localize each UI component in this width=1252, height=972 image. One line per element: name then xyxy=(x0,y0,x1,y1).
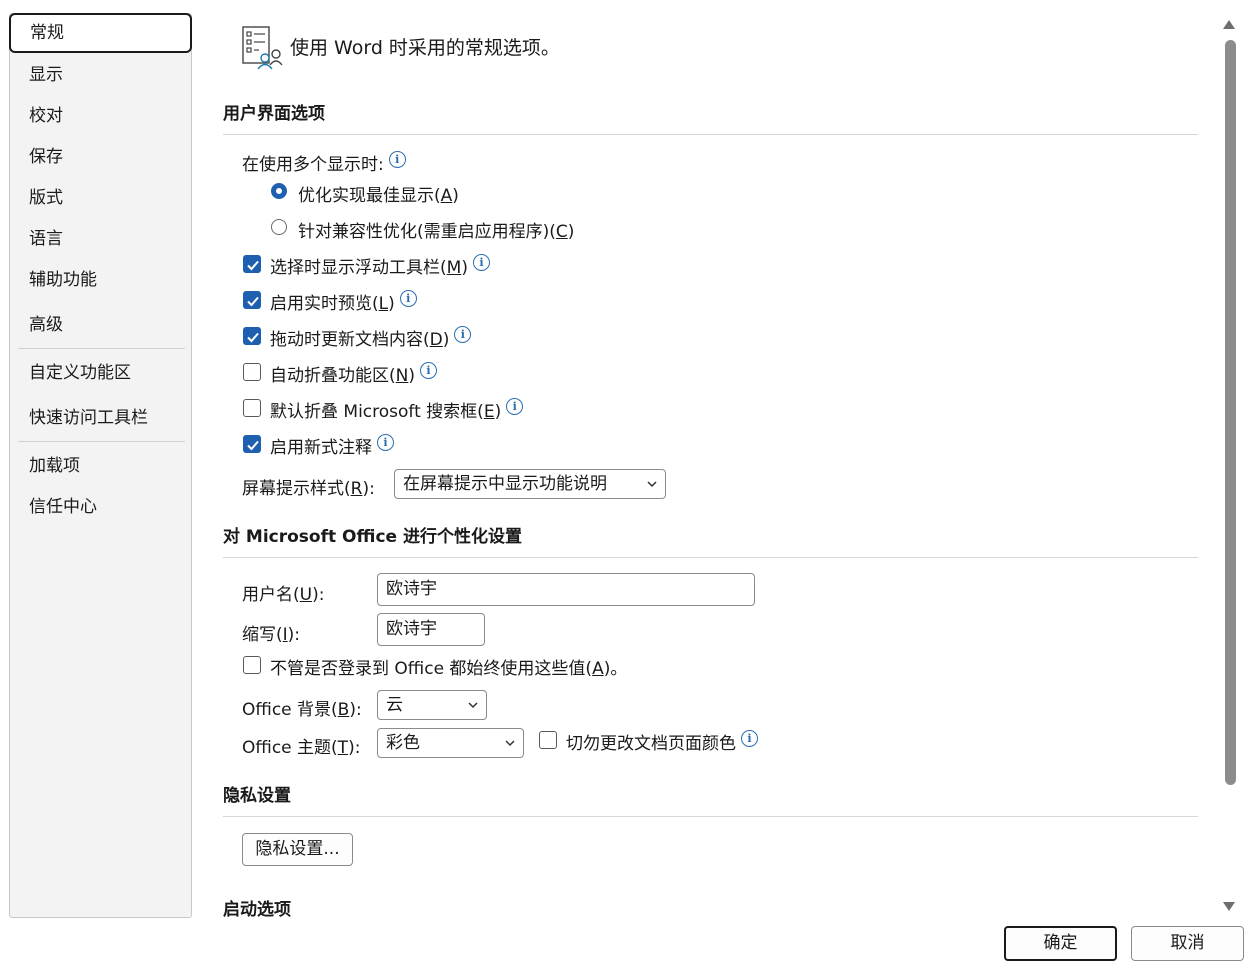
checkbox-mini-toolbar-label[interactable]: 选择时显示浮动工具栏(M) i xyxy=(270,253,490,278)
radio-optimize-compatibility[interactable] xyxy=(271,219,287,235)
info-icon[interactable]: i xyxy=(741,730,758,747)
checkbox-live-preview-label[interactable]: 启用实时预览(L) i xyxy=(270,289,417,314)
general-options-icon xyxy=(242,26,283,70)
cancel-button[interactable]: 取消 xyxy=(1131,926,1244,961)
info-icon[interactable]: i xyxy=(506,398,524,415)
scroll-up-arrow-icon[interactable] xyxy=(1223,20,1235,29)
sidebar-item-quick-access-toolbar[interactable]: 快速访问工具栏 xyxy=(10,399,191,437)
checkbox-collapse-search[interactable] xyxy=(243,399,261,417)
multi-display-label: 在使用多个显示时: i xyxy=(242,150,406,175)
section-title-ui-options: 用户界面选项 xyxy=(223,104,325,124)
scroll-down-arrow-icon[interactable] xyxy=(1223,902,1235,911)
sidebar-item-display[interactable]: 显示 xyxy=(10,56,191,94)
sidebar-item-layout[interactable]: 版式 xyxy=(10,179,191,217)
radio-optimize-label[interactable]: 优化实现最佳显示(A) xyxy=(298,181,459,206)
initials-input[interactable]: 欧诗宇 xyxy=(377,613,485,646)
username-label: 用户名(U): xyxy=(242,585,325,605)
sidebar-item-proofing[interactable]: 校对 xyxy=(10,97,191,135)
section-divider xyxy=(223,557,1198,558)
sidebar-item-customize-ribbon[interactable]: 自定义功能区 xyxy=(10,354,191,392)
office-theme-label: Office 主题(T): xyxy=(242,738,361,758)
office-background-select[interactable]: 云 xyxy=(377,690,487,720)
sidebar-item-save[interactable]: 保存 xyxy=(10,138,191,176)
sidebar-item-trust-center[interactable]: 信任中心 xyxy=(10,488,191,526)
sidebar-item-addins[interactable]: 加载项 xyxy=(10,447,191,485)
chevron-down-icon xyxy=(468,702,478,709)
sidebar-divider xyxy=(18,441,185,442)
info-icon[interactable]: i xyxy=(377,434,394,451)
info-icon[interactable]: i xyxy=(399,290,417,307)
checkbox-modern-comments-label[interactable]: 启用新式注释 i xyxy=(270,433,394,458)
sidebar-item-general[interactable]: 常规 xyxy=(9,13,192,53)
username-input[interactable]: 欧诗宇 xyxy=(377,573,755,606)
section-title-personalize: 对 Microsoft Office 进行个性化设置 xyxy=(223,527,522,547)
page-description: 使用 Word 时采用的常规选项。 xyxy=(290,37,560,59)
checkbox-show-mini-toolbar[interactable] xyxy=(243,255,261,273)
office-background-label: Office 背景(B): xyxy=(242,700,362,720)
checkbox-update-dragging-label[interactable]: 拖动时更新文档内容(D) i xyxy=(270,325,472,350)
checkbox-never-change-page-color[interactable] xyxy=(539,731,557,749)
chevron-down-icon xyxy=(505,740,515,747)
checkbox-live-preview[interactable] xyxy=(243,291,261,309)
sidebar-item-language[interactable]: 语言 xyxy=(10,220,191,258)
privacy-settings-button[interactable]: 隐私设置... xyxy=(242,833,353,866)
screentip-style-select[interactable]: 在屏幕提示中显示功能说明 xyxy=(394,469,666,499)
screentip-style-label: 屏幕提示样式(R): xyxy=(242,479,375,499)
info-icon[interactable]: i xyxy=(454,326,472,343)
radio-compat-label[interactable]: 针对兼容性优化(需重启应用程序)(C) xyxy=(298,217,574,242)
ok-button[interactable]: 确定 xyxy=(1004,926,1117,961)
radio-optimize-best-display[interactable] xyxy=(271,183,287,199)
checkbox-update-while-dragging[interactable] xyxy=(243,327,261,345)
office-theme-select[interactable]: 彩色 xyxy=(377,728,524,758)
checkbox-never-change-page-color-label[interactable]: 切勿更改文档页面颜色 i xyxy=(566,729,758,754)
options-sidebar: 常规 显示 校对 保存 版式 语言 辅助功能 高级 自定义功能区 快速访问工具栏… xyxy=(9,13,192,918)
info-icon[interactable]: i xyxy=(420,362,437,379)
sidebar-divider xyxy=(18,348,185,349)
scrollbar-thumb[interactable] xyxy=(1225,40,1236,785)
checkbox-collapse-search-label[interactable]: 默认折叠 Microsoft 搜索框(E) i xyxy=(270,397,524,422)
info-icon[interactable]: i xyxy=(388,151,406,168)
checkbox-modern-comments[interactable] xyxy=(243,435,261,453)
checkbox-collapse-ribbon-label[interactable]: 自动折叠功能区(N) i xyxy=(270,361,437,386)
sidebar-item-advanced[interactable]: 高级 xyxy=(10,306,191,344)
checkbox-collapse-ribbon[interactable] xyxy=(243,363,261,381)
section-divider xyxy=(223,816,1198,817)
chevron-down-icon xyxy=(647,481,657,488)
section-title-startup: 启动选项 xyxy=(223,900,291,920)
initials-label: 缩写(I): xyxy=(242,625,301,645)
section-title-privacy: 隐私设置 xyxy=(223,786,291,806)
sidebar-item-accessibility[interactable]: 辅助功能 xyxy=(10,261,191,299)
section-divider xyxy=(223,134,1198,135)
checkbox-always-use-values[interactable] xyxy=(243,656,261,674)
checkbox-always-use-values-label[interactable]: 不管是否登录到 Office 都始终使用这些值(A)。 xyxy=(270,654,627,679)
info-icon[interactable]: i xyxy=(472,254,490,271)
